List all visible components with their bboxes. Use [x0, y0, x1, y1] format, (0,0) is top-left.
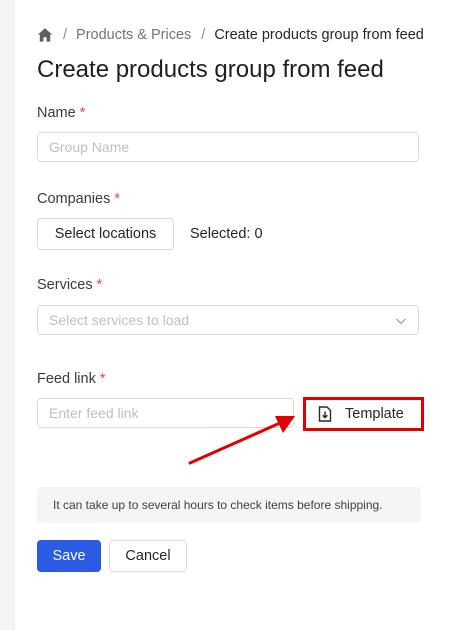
services-placeholder: Select services to load — [49, 312, 190, 328]
home-icon[interactable] — [37, 27, 53, 43]
breadcrumb-separator: / — [63, 27, 68, 43]
required-mark: * — [79, 105, 86, 121]
select-locations-button[interactable]: Select locations — [37, 218, 174, 250]
breadcrumb: / Products & Prices / Create products gr… — [37, 25, 424, 45]
services-select[interactable]: Select services to load — [37, 305, 419, 335]
companies-label-text: Companies — [37, 191, 111, 207]
feed-link-label: Feed link * — [37, 369, 106, 389]
chevron-down-icon — [395, 314, 407, 326]
cancel-button[interactable]: Cancel — [109, 540, 187, 572]
shipping-notice: It can take up to several hours to check… — [37, 487, 421, 523]
name-label-text: Name — [37, 105, 76, 121]
template-button-label: Template — [345, 406, 404, 422]
required-mark: * — [114, 191, 120, 207]
feed-link-placeholder: Enter feed link — [49, 405, 139, 421]
page-title: Create products group from feed — [37, 56, 384, 83]
companies-label: Companies * — [37, 189, 120, 209]
services-label: Services * — [37, 275, 102, 295]
services-label-text: Services — [37, 277, 93, 293]
name-label: Name * — [37, 103, 85, 123]
selected-count: Selected: 0 — [190, 226, 263, 242]
feed-link-label-text: Feed link — [37, 371, 96, 387]
template-button[interactable]: Template — [303, 397, 424, 431]
breadcrumb-item-products-prices[interactable]: Products & Prices — [76, 27, 191, 43]
file-download-icon — [318, 406, 332, 422]
required-mark: * — [99, 371, 106, 387]
save-button[interactable]: Save — [37, 540, 101, 572]
breadcrumb-item-current: Create products group from feed — [214, 27, 424, 43]
group-name-placeholder: Group Name — [49, 139, 130, 155]
required-mark: * — [96, 277, 103, 293]
breadcrumb-separator: / — [201, 27, 206, 43]
annotation-arrow — [188, 416, 295, 465]
group-name-input[interactable]: Group Name — [37, 132, 419, 162]
